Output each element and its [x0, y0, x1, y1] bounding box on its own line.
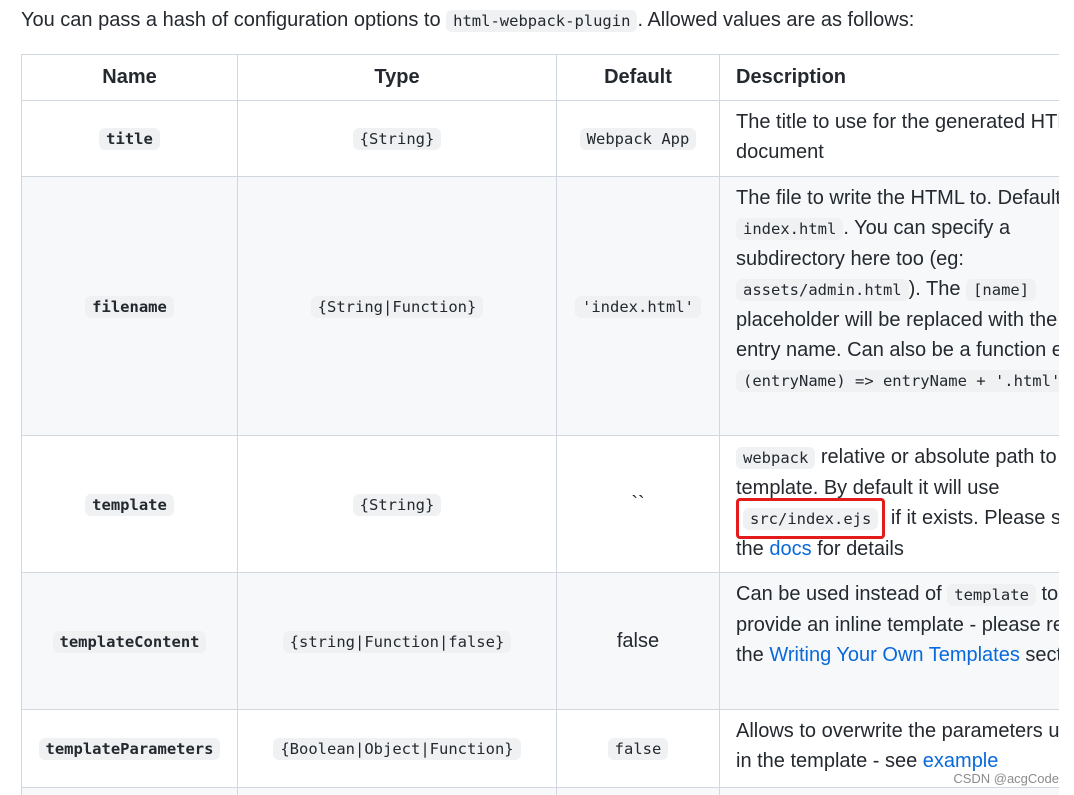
cell-name: templateParameters	[21, 709, 238, 788]
col-header-name: Name	[21, 54, 238, 101]
table-row: templateParameters {Boolean|Object|Funct…	[21, 709, 1059, 788]
cell-default: false	[556, 572, 720, 710]
cell-default: 'index.html'	[556, 176, 720, 436]
cell-type: {string|Function|false}	[237, 572, 557, 710]
cell-name: template	[21, 435, 238, 573]
col-header-type: Type	[237, 54, 557, 101]
cell-name: filename	[21, 176, 238, 436]
cell-type: {String}	[237, 435, 557, 573]
example-link[interactable]: example	[923, 750, 999, 772]
plugin-name-code: html-webpack-plugin	[446, 10, 638, 32]
col-header-description: Description	[719, 54, 1059, 101]
highlight-box: src/index.ejs	[736, 498, 886, 539]
options-table: Name Type Default Description title {Str…	[21, 54, 1059, 795]
cell-name: title	[21, 100, 238, 177]
cell-default: ``	[556, 435, 720, 573]
options-table-container[interactable]: Name Type Default Description title {Str…	[21, 54, 1059, 795]
cell-default: false	[556, 709, 720, 788]
docs-link[interactable]: docs	[769, 538, 811, 560]
cell-description: The title to use for the generated HTML …	[719, 100, 1059, 177]
cell-empty	[719, 787, 1059, 795]
cell-empty	[21, 787, 238, 795]
cell-type: {String}	[237, 100, 557, 177]
table-row	[21, 787, 1059, 795]
cell-empty	[556, 787, 720, 795]
cell-default: Webpack App	[556, 100, 720, 177]
table-header-row: Name Type Default Description	[21, 54, 1059, 101]
col-header-default: Default	[556, 54, 720, 101]
cell-type: {Boolean|Object|Function}	[237, 709, 557, 788]
watermark: CSDN @acgCode	[953, 771, 1059, 786]
cell-empty	[237, 787, 557, 795]
cell-type: {String|Function}	[237, 176, 557, 436]
cell-description: webpack relative or absolute path to the…	[719, 435, 1059, 573]
table-row: templateContent {string|Function|false} …	[21, 572, 1059, 710]
cell-description: Can be used instead of template to provi…	[719, 572, 1059, 710]
cell-description: The file to write the HTML to. Defaults …	[719, 176, 1059, 436]
table-row: title {String} Webpack App The title to …	[21, 100, 1059, 177]
cell-name: templateContent	[21, 572, 238, 710]
writing-templates-link[interactable]: Writing Your Own Templates	[769, 644, 1020, 666]
intro-text: You can pass a hash of configuration opt…	[21, 9, 915, 32]
table-row: template {String} `` webpack relative or…	[21, 435, 1059, 573]
table-row: filename {String|Function} 'index.html' …	[21, 176, 1059, 436]
